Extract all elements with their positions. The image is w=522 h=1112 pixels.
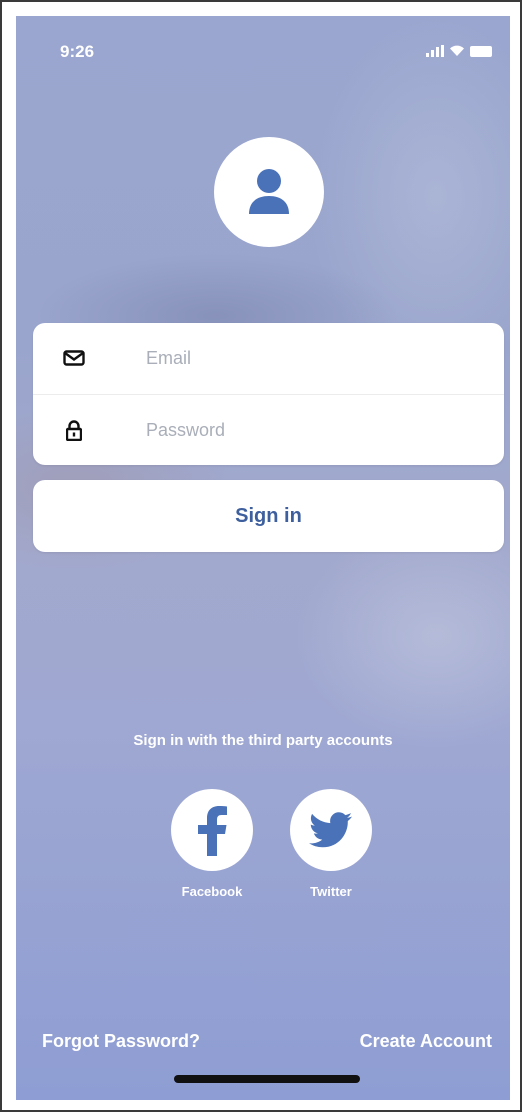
user-icon <box>249 169 289 214</box>
battery-icon <box>470 46 492 57</box>
facebook-icon <box>198 806 227 856</box>
facebook-button[interactable] <box>171 789 253 871</box>
lock-icon <box>63 419 85 441</box>
create-account-link[interactable]: Create Account <box>360 1031 492 1052</box>
wifi-icon <box>450 45 464 56</box>
login-form: Email Password <box>33 323 504 465</box>
device-frame: 9:26 Email Password Sign in Sign in with… <box>0 0 522 1112</box>
forgot-password-link[interactable]: Forgot Password? <box>42 1031 200 1052</box>
password-field[interactable]: Password <box>33 395 504 465</box>
twitter-label: Twitter <box>310 884 352 899</box>
signal-icon <box>426 45 444 57</box>
avatar[interactable] <box>214 137 324 247</box>
twitter-icon <box>309 812 352 848</box>
facebook-label: Facebook <box>181 884 243 899</box>
third-party-label: Sign in with the third party accounts <box>133 732 393 749</box>
sign-in-button[interactable]: Sign in <box>33 480 504 552</box>
status-icons <box>426 44 492 57</box>
mail-icon <box>63 347 85 369</box>
password-placeholder: Password <box>146 419 226 440</box>
status-time: 9:26 <box>60 42 95 61</box>
twitter-button[interactable] <box>290 789 372 871</box>
email-placeholder: Email <box>146 347 192 368</box>
home-indicator[interactable] <box>174 1075 360 1083</box>
email-field[interactable]: Email <box>33 323 504 393</box>
login-screen: 9:26 Email Password Sign in Sign in with… <box>16 16 510 1100</box>
